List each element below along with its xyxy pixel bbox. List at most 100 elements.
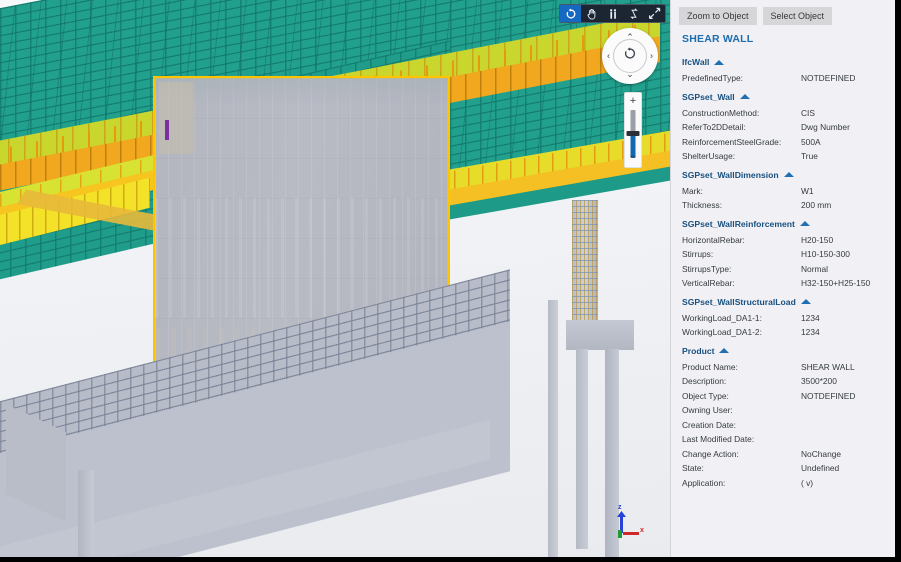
wall-marker-purple [165,120,169,140]
nav-down-arrow[interactable]: ⌄ [626,70,634,79]
zoom-out-minus[interactable]: − [630,152,636,163]
nav-left-arrow[interactable]: ‹ [607,51,610,61]
property-key: ReferTo2DDetail: [682,122,746,132]
property-row: HorizontalRebar: H20-150 [671,233,895,248]
wall-top-shading [155,78,448,106]
property-group-sgpset-wall: SGPset_Wall ConstructionMethod: CIS ReferTo… [671,89,895,164]
column-rebar-cage [572,200,598,320]
pan-hand-icon[interactable] [581,5,602,22]
property-value [801,405,895,416]
property-key: ConstructionMethod: [682,107,760,118]
chevron-up-icon[interactable] [714,59,725,65]
axis-x-label: x [640,527,644,534]
nav-right-arrow[interactable]: › [650,51,653,61]
property-value: H20-150 [801,234,834,245]
zoom-to-object-button[interactable]: Zoom to Object [679,7,757,25]
3d-model-viewport[interactable]: ⌃ ⌄ ‹ › + − z x [0,0,670,557]
axis-z-label: z [618,504,622,511]
property-value: SHEAR WALL [801,361,855,372]
property-key: HorizontalRebar: [682,234,745,245]
wall-opening-pocket [159,82,193,154]
property-group-name: SGPset_WallReinforcement [682,218,795,229]
property-row: Description: 3500*200 [671,374,895,389]
chevron-up-icon[interactable] [800,299,811,304]
property-group-header-ifcwall[interactable]: IfcWall [671,54,895,71]
property-value: CIS [801,107,815,118]
property-row: WorkingLoad_DA1-2: 1234 [671,325,895,340]
window-bottom-border [0,557,901,562]
property-row: Mark: W1 [671,184,895,199]
property-value: 200 mm [801,200,832,210]
property-value: NOTDEFINED [801,73,856,83]
nav-up-arrow[interactable]: ⌃ [626,33,634,42]
property-group-name: IfcWall [682,57,710,67]
axis-y-line [618,530,622,538]
property-group-sgpset-wallstructuralload: SGPset_WallStructuralLoad WorkingLoad_DA1… [671,294,895,340]
property-group-header-sgpset-wall[interactable]: SGPset_Wall [671,89,895,106]
property-group-name: SGPset_WallDimension [682,169,779,180]
panel-action-buttons: Zoom to Object Select Object [671,0,895,29]
axis-x-line [623,532,639,535]
property-key: Product Name: [682,361,738,372]
property-key: ShelterUsage: [682,151,736,161]
walk-person-icon[interactable] [602,5,623,22]
property-group-name: SGPset_Wall [682,91,735,102]
property-group-header-sgpset-wallstructuralload[interactable]: SGPset_WallStructuralLoad [671,294,895,311]
property-key: Application: [682,477,726,488]
orbit-icon[interactable] [560,5,581,22]
property-value [801,420,895,431]
chevron-up-icon[interactable] [799,221,810,226]
axis-z-arrow [617,511,626,517]
column-far-left [78,470,94,557]
column-lower-center [576,349,588,549]
property-row: Stirrups: H10-150-300 [671,247,895,262]
property-row: WorkingLoad_DA1-1: 1234 [671,311,895,326]
property-key: Object Type: [682,390,729,401]
property-group-name: SGPset_WallStructuralLoad [682,296,796,307]
property-row: Thickness: 200 mm [671,198,895,213]
property-key: Owning User: [682,405,733,415]
property-group-header-product[interactable]: Product [671,343,895,360]
property-value: Dwg Number [801,122,850,132]
chevron-up-icon[interactable] [719,348,730,353]
zoom-in-plus[interactable]: + [630,96,636,107]
property-row: ShelterUsage: True [671,149,895,164]
property-value: 3500*200 [801,376,837,386]
property-group-sgpset-wallreinforcement: SGPset_WallReinforcement HorizontalRebar:… [671,216,895,291]
property-value: NoChange [801,448,842,459]
viewport-toolbar[interactable] [559,4,666,23]
property-row: Product Name: SHEAR WALL [671,360,895,375]
property-groups: IfcWall PredefinedType: NOTDEFINED SGPset_W… [671,54,895,490]
application-window: ⌃ ⌄ ‹ › + − z x Zoom to Object Select Ob… [0,0,901,562]
property-key: ReinforcementSteelGrade: [682,136,782,147]
property-value: True [801,151,818,161]
nav-orbit-icon[interactable] [623,47,637,66]
property-row: VerticalRebar: H32-150+H25-150 [671,276,895,291]
property-row: StirrupsType: Normal [671,262,895,277]
property-row: Application: ( v) [671,476,895,491]
chevron-up-icon[interactable] [739,94,750,99]
property-row: Change Action: NoChange [671,447,895,462]
property-group-header-sgpset-walldimension[interactable]: SGPset_WallDimension [671,167,895,184]
axis-triad-indicator: z x [606,503,648,541]
chevron-up-icon[interactable] [783,172,794,177]
property-group-header-sgpset-wallreinforcement[interactable]: SGPset_WallReinforcement [671,216,895,233]
property-row: Object Type: NOTDEFINED [671,389,895,404]
navigation-wheel[interactable]: ⌃ ⌄ ‹ › [602,28,658,84]
column-cap-block [566,320,634,350]
property-row: ReinforcementSteelGrade: 500A [671,135,895,150]
zoom-slider[interactable]: + − [624,92,642,168]
property-row: State: Undefined [671,461,895,476]
property-value: NOTDEFINED [801,390,856,401]
zoom-slider-handle[interactable] [626,131,640,136]
object-properties-panel: Zoom to Object Select Object SHEAR WALL … [670,0,895,557]
select-object-button[interactable]: Select Object [762,7,833,25]
flip-arrows-icon[interactable] [623,5,644,22]
property-key: StirrupsType: [682,263,732,274]
property-key: Mark: [682,185,703,196]
property-key: Description: [682,376,727,386]
expand-arrows-icon[interactable] [644,5,665,22]
property-key: Change Action: [682,448,739,459]
property-value: Normal [801,263,828,274]
property-key: Creation Date: [682,419,736,430]
